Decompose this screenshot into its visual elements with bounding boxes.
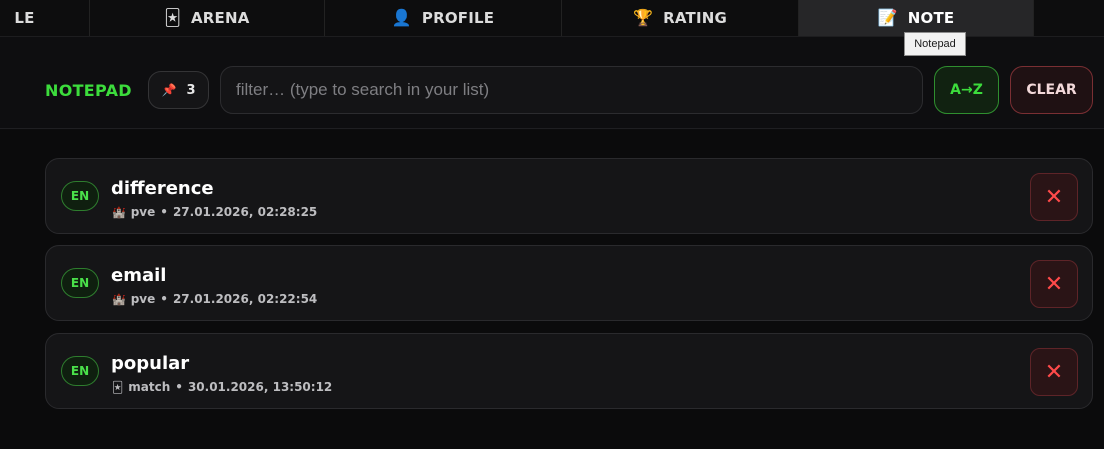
- word-list: EN difference 🏰 pve • 27.01.2026, 02:28:…: [0, 130, 1104, 449]
- tab-battle[interactable]: LE: [0, 0, 90, 36]
- notepad-title: NOTEPAD: [45, 81, 132, 100]
- tab-label: RATING: [663, 9, 727, 27]
- entry-timestamp: 30.01.2026, 13:50:12: [187, 380, 333, 394]
- separator-dot: •: [160, 292, 168, 306]
- tab-label: PROFILE: [421, 9, 495, 27]
- list-item: EN email 🏰 pve • 27.01.2026, 02:22:54 ✕: [45, 245, 1093, 321]
- close-icon: ✕: [1044, 271, 1064, 297]
- separator-dot: •: [160, 205, 168, 219]
- trophy-icon: 🏆: [633, 8, 654, 27]
- cards-icon: 🃏: [164, 8, 181, 27]
- list-item: EN difference 🏰 pve • 27.01.2026, 02:28:…: [45, 158, 1093, 234]
- entry-count-badge: 📌 3: [148, 71, 209, 109]
- entry-meta: 🏰 pve • 27.01.2026, 02:22:54: [112, 292, 317, 306]
- word-text: popular: [111, 353, 190, 374]
- delete-button[interactable]: ✕: [1030, 260, 1078, 308]
- tab-arena[interactable]: 🃏 ARENA: [90, 0, 325, 36]
- tab-profile[interactable]: 👤 PROFILE: [325, 0, 562, 36]
- filter-input[interactable]: [220, 66, 923, 114]
- game-mode: pve: [130, 292, 156, 306]
- tab-rating[interactable]: 🏆 RATING: [562, 0, 799, 36]
- tooltip: Notepad: [904, 32, 966, 56]
- close-icon: ✕: [1044, 184, 1064, 210]
- word-text: difference: [111, 178, 214, 199]
- clear-button[interactable]: CLEAR: [1010, 66, 1093, 114]
- separator-dot: •: [175, 380, 183, 394]
- game-mode: match: [128, 380, 171, 394]
- word-text: email: [111, 265, 167, 286]
- pin-icon: 📌: [161, 83, 177, 97]
- delete-button[interactable]: ✕: [1030, 173, 1078, 221]
- entry-meta: 🃏 match • 30.01.2026, 13:50:12: [112, 380, 332, 394]
- language-badge: EN: [61, 356, 99, 386]
- delete-button[interactable]: ✕: [1030, 348, 1078, 396]
- language-badge: EN: [61, 268, 99, 298]
- entry-meta: 🏰 pve • 27.01.2026, 02:28:25: [112, 205, 317, 219]
- tab-label: LE: [14, 9, 35, 27]
- tab-label: ARENA: [191, 9, 250, 27]
- entry-timestamp: 27.01.2026, 02:28:25: [172, 205, 318, 219]
- tab-label: NOTE: [907, 9, 955, 27]
- game-mode: pve: [130, 205, 156, 219]
- list-item: EN popular 🃏 match • 30.01.2026, 13:50:1…: [45, 333, 1093, 409]
- sort-az-button[interactable]: A→Z: [934, 66, 999, 114]
- close-icon: ✕: [1044, 359, 1064, 385]
- memo-icon: 📝: [877, 8, 898, 27]
- user-icon: 👤: [391, 8, 412, 27]
- language-badge: EN: [61, 181, 99, 211]
- entry-timestamp: 27.01.2026, 02:22:54: [172, 292, 318, 306]
- tab-note[interactable]: 📝 NOTE: [799, 0, 1034, 36]
- entry-count: 3: [186, 82, 196, 98]
- cards-icon: 🃏: [112, 380, 124, 394]
- castle-icon: 🏰: [112, 292, 126, 306]
- castle-icon: 🏰: [112, 205, 126, 219]
